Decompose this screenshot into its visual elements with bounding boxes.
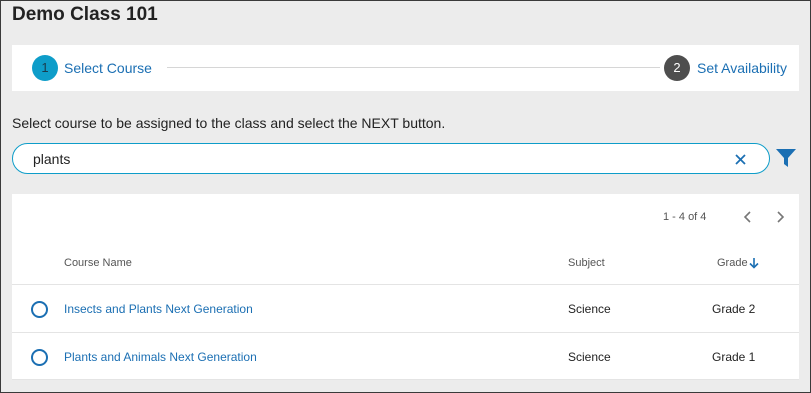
table-row[interactable]: Plants and Animals Next Generation Scien… <box>12 332 799 380</box>
course-name-link[interactable]: Plants and Animals Next Generation <box>64 350 257 364</box>
subject-cell: Science <box>568 302 611 316</box>
course-name-link[interactable]: Insects and Plants Next Generation <box>64 302 253 316</box>
step-1-label[interactable]: Select Course <box>64 60 152 76</box>
stepper: 1 Select Course 2 Set Availability <box>12 45 799 91</box>
arrow-down-icon[interactable] <box>748 256 760 270</box>
filter-icon[interactable] <box>775 147 797 169</box>
stepper-connector <box>167 67 660 68</box>
page-title: Demo Class 101 <box>12 4 158 25</box>
step-2-label[interactable]: Set Availability <box>697 60 787 76</box>
course-radio[interactable] <box>31 301 48 318</box>
column-header-subject[interactable]: Subject <box>568 257 605 269</box>
grade-cell: Grade 2 <box>712 302 756 316</box>
column-header-course-name[interactable]: Course Name <box>64 257 132 269</box>
close-icon[interactable] <box>731 149 751 169</box>
step-2-number[interactable]: 2 <box>664 55 690 81</box>
pagination-range: 1 - 4 of 4 <box>663 211 707 223</box>
search-field <box>12 143 770 174</box>
search-input[interactable] <box>33 149 713 169</box>
instructions-text: Select course to be assigned to the clas… <box>12 115 446 131</box>
table-row[interactable]: Insects and Plants Next Generation Scien… <box>12 284 799 332</box>
grade-cell: Grade 1 <box>712 350 756 364</box>
subject-cell: Science <box>568 350 611 364</box>
step-1-number[interactable]: 1 <box>32 55 58 81</box>
assign-course-dialog: Demo Class 101 1 Select Course 2 Set Ava… <box>0 0 811 393</box>
chevron-left-icon[interactable] <box>740 208 756 226</box>
course-radio[interactable] <box>31 349 48 366</box>
chevron-right-icon[interactable] <box>772 208 788 226</box>
results-table: 1 - 4 of 4 Course Name Subject Grade Ins… <box>12 194 799 380</box>
column-header-grade[interactable]: Grade <box>717 257 748 269</box>
